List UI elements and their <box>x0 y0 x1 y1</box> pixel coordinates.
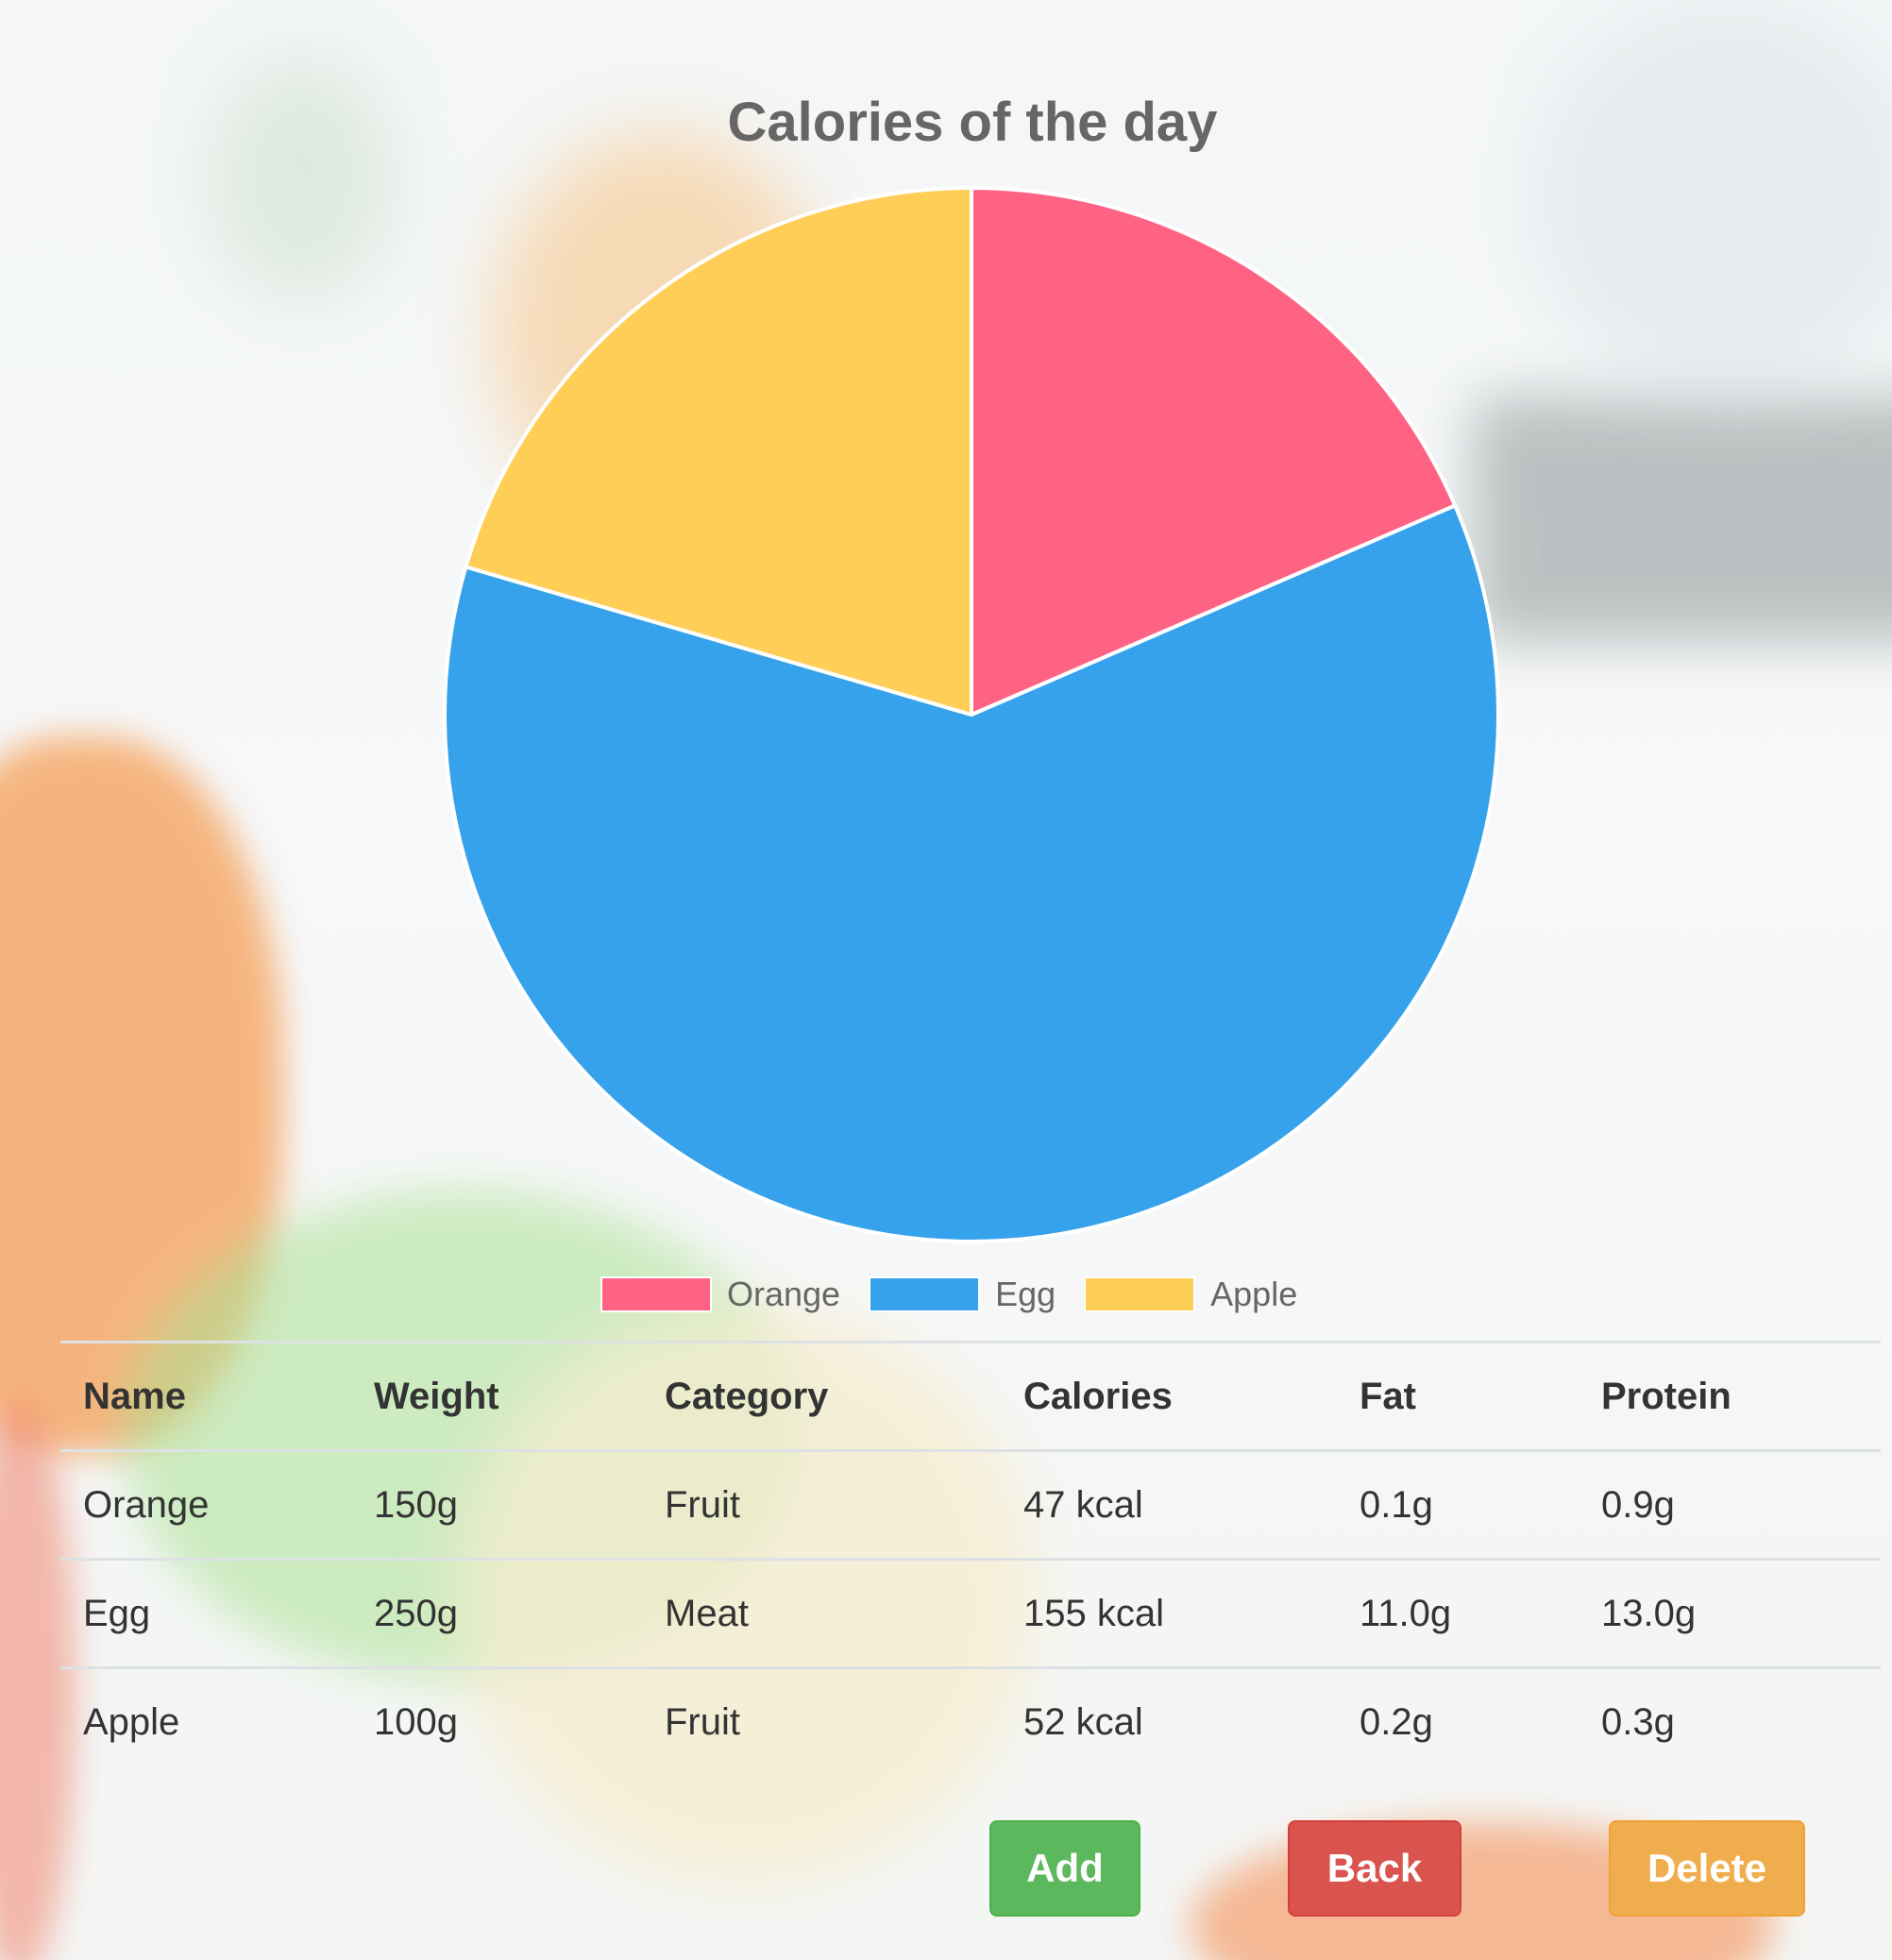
legend-item-apple[interactable]: Apple <box>1084 1275 1297 1314</box>
legend-label: Apple <box>1210 1275 1298 1313</box>
cell-calories: 155 kcal <box>1001 1558 1337 1668</box>
column-header-category: Category <box>642 1341 1001 1452</box>
table-header-row: Name Weight Category Calories Fat Protei… <box>60 1341 1881 1452</box>
legend-label: Orange <box>727 1275 841 1313</box>
table-row[interactable]: Orange 150g Fruit 47 kcal 0.1g 0.9g <box>60 1449 1881 1560</box>
cell-fat: 11.0g <box>1337 1558 1579 1668</box>
legend-swatch-egg <box>869 1276 981 1312</box>
legend-item-egg[interactable]: Egg <box>869 1275 1056 1314</box>
legend-swatch-orange <box>600 1276 712 1312</box>
cell-weight: 150g <box>351 1449 642 1560</box>
cell-category: Fruit <box>642 1666 1001 1775</box>
main-content: Calories of the day Orange Egg Apple Nam… <box>0 0 1892 1960</box>
cell-name: Egg <box>60 1558 351 1668</box>
legend-label: Egg <box>995 1275 1056 1313</box>
legend-item-orange[interactable]: Orange <box>600 1275 840 1314</box>
food-table: Name Weight Category Calories Fat Protei… <box>60 1341 1881 1775</box>
column-header-calories: Calories <box>1001 1341 1337 1452</box>
column-header-weight: Weight <box>351 1341 642 1452</box>
cell-fat: 0.2g <box>1337 1666 1579 1775</box>
cell-protein: 0.9g <box>1579 1449 1881 1560</box>
pie-chart <box>443 186 1500 1243</box>
table-row[interactable]: Egg 250g Meat 155 kcal 11.0g 13.0g <box>60 1558 1881 1668</box>
table-row[interactable]: Apple 100g Fruit 52 kcal 0.2g 0.3g <box>60 1666 1881 1775</box>
column-header-fat: Fat <box>1337 1341 1579 1452</box>
add-button[interactable]: Add <box>989 1820 1140 1917</box>
delete-button[interactable]: Delete <box>1609 1820 1805 1917</box>
cell-weight: 100g <box>351 1666 642 1775</box>
legend-swatch-apple <box>1084 1276 1196 1312</box>
column-header-name: Name <box>60 1341 351 1452</box>
cell-protein: 13.0g <box>1579 1558 1881 1668</box>
cell-fat: 0.1g <box>1337 1449 1579 1560</box>
chart-legend: Orange Egg Apple <box>600 1275 1326 1314</box>
cell-category: Fruit <box>642 1449 1001 1560</box>
cell-name: Orange <box>60 1449 351 1560</box>
cell-weight: 250g <box>351 1558 642 1668</box>
cell-protein: 0.3g <box>1579 1666 1881 1775</box>
cell-calories: 52 kcal <box>1001 1666 1337 1775</box>
cell-name: Apple <box>60 1666 351 1775</box>
cell-calories: 47 kcal <box>1001 1449 1337 1560</box>
back-button[interactable]: Back <box>1288 1820 1461 1917</box>
column-header-protein: Protein <box>1579 1341 1881 1452</box>
cell-category: Meat <box>642 1558 1001 1668</box>
